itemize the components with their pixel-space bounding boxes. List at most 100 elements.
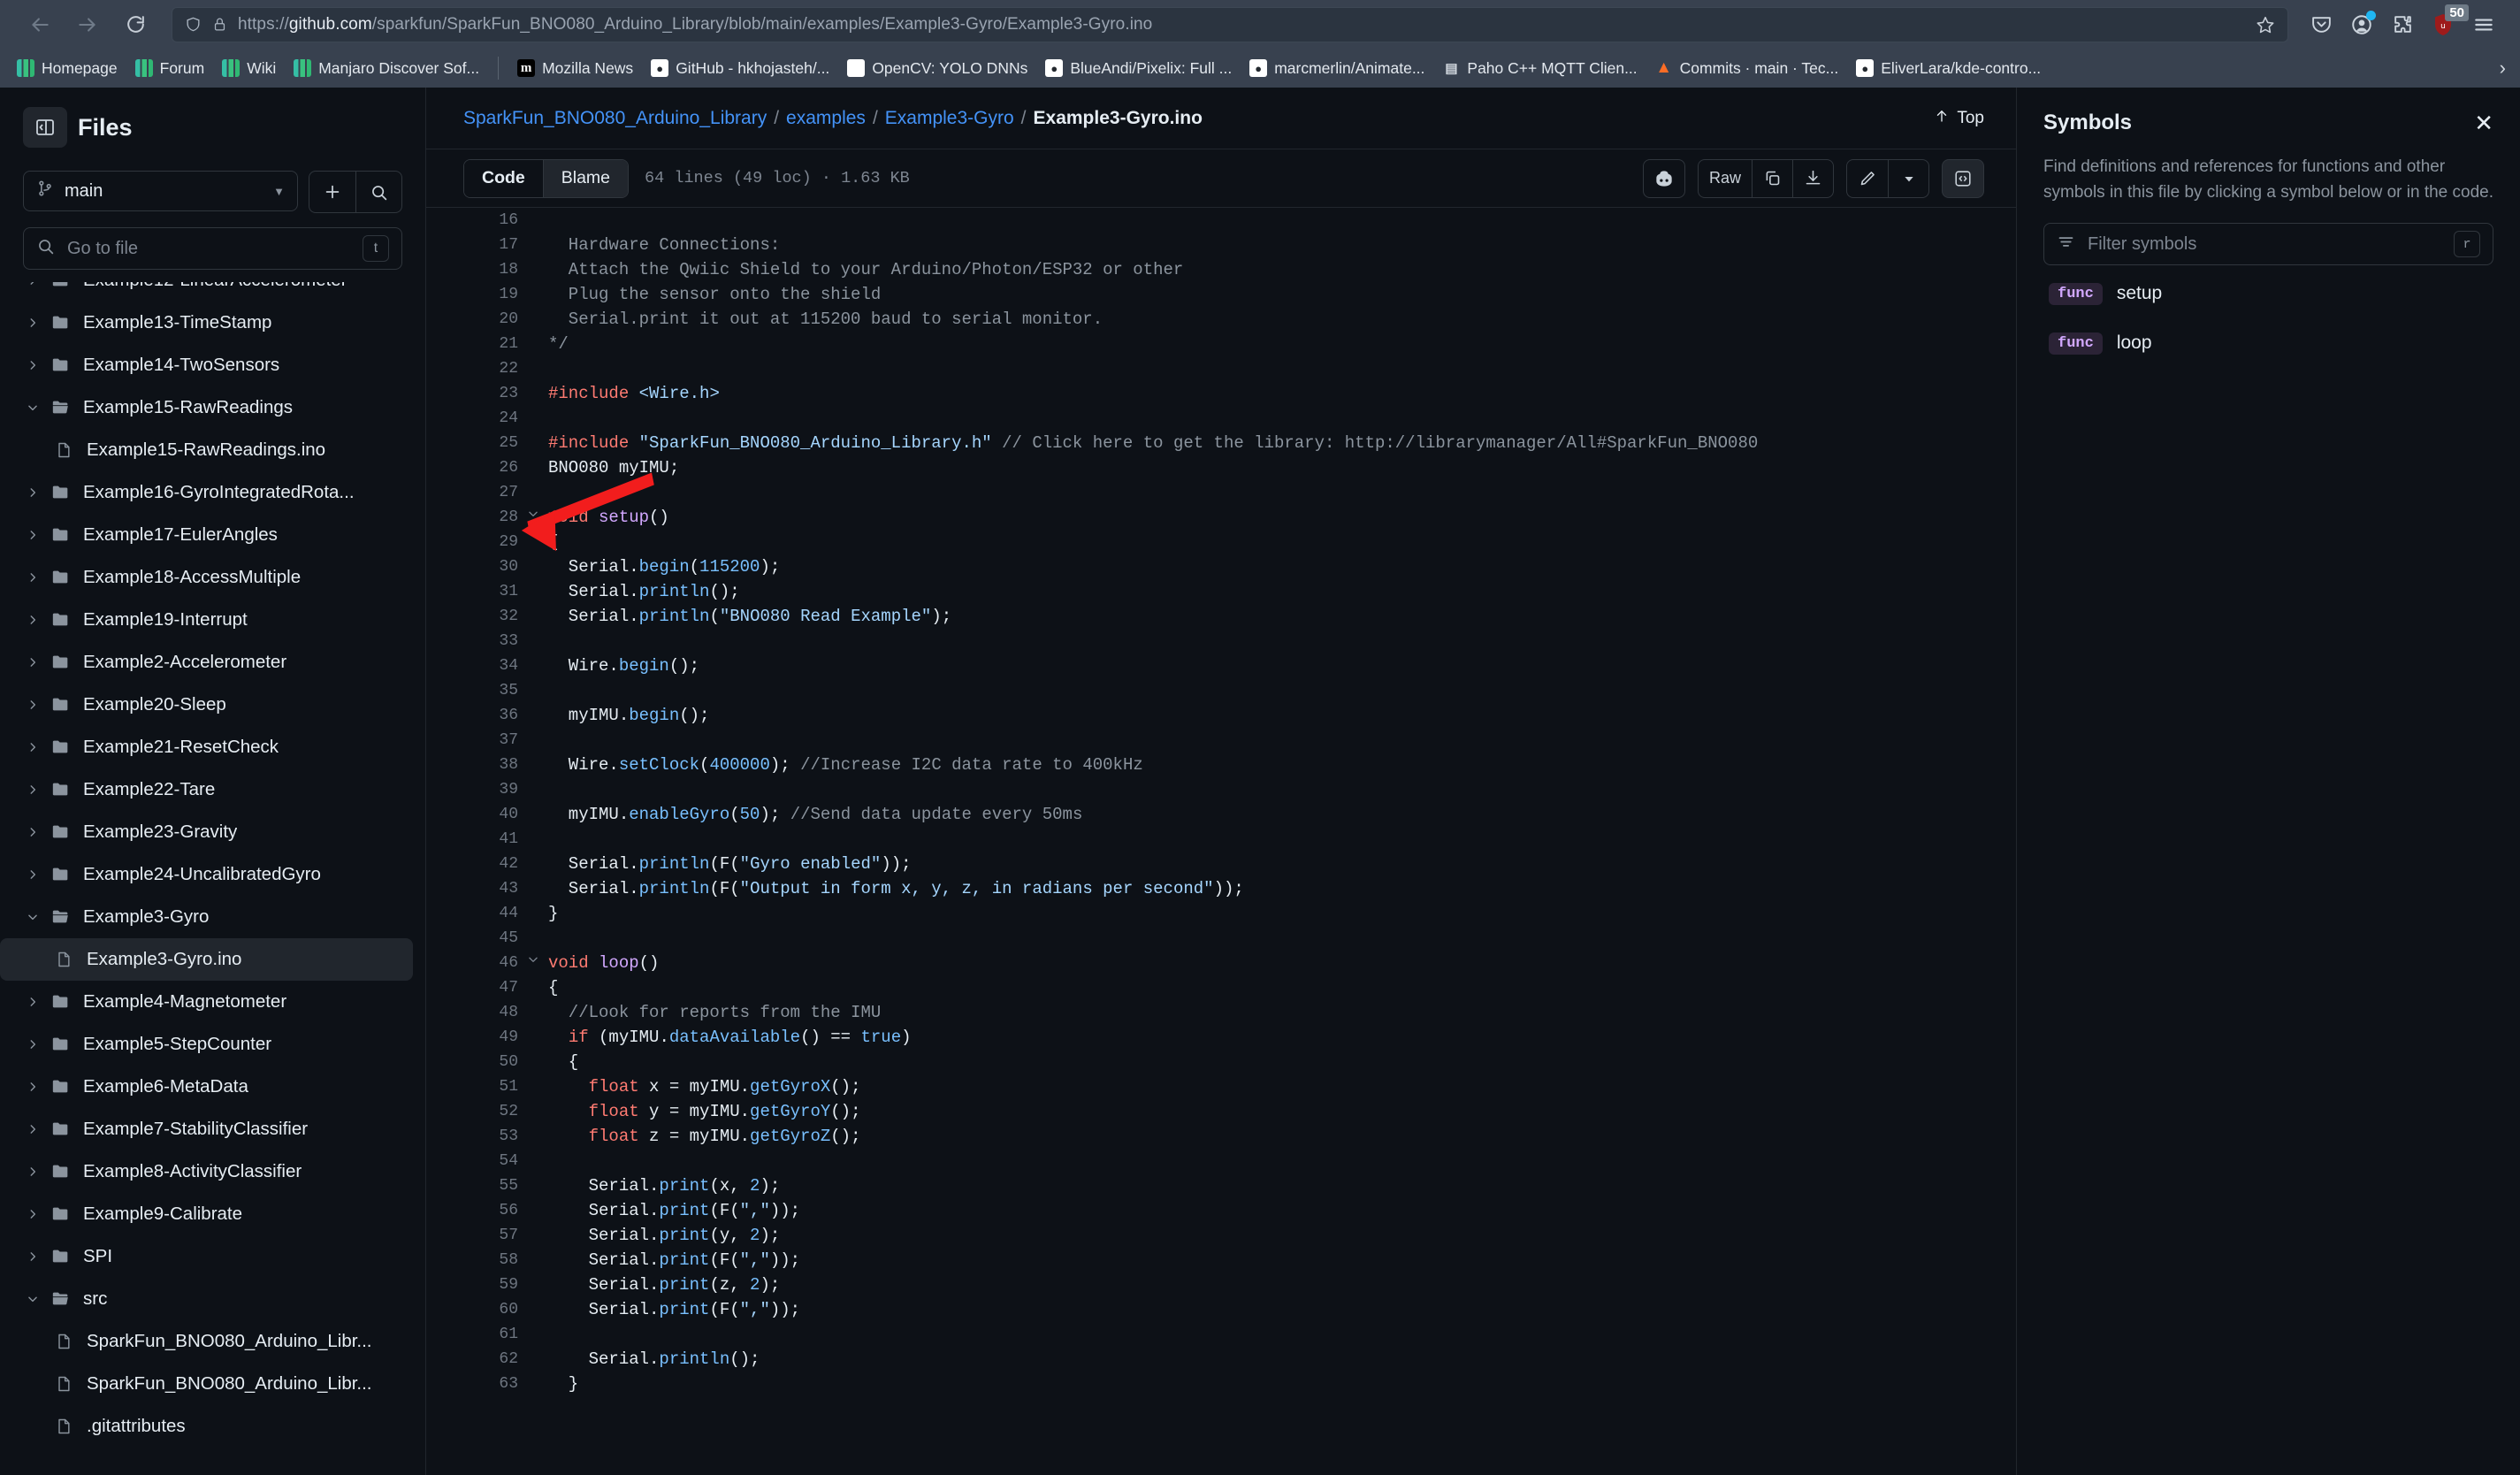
tree-folder[interactable]: Example2-Accelerometer	[0, 641, 413, 684]
line-number[interactable]: 29	[426, 530, 518, 554]
tree-folder[interactable]: Example12-LinearAccelerometer	[0, 282, 413, 302]
bookmark-item[interactable]: Homepage	[9, 55, 126, 82]
line-number[interactable]: 56	[426, 1198, 518, 1223]
chevron-right-icon[interactable]	[23, 1123, 42, 1135]
account-icon[interactable]	[2341, 6, 2382, 43]
sidebar-collapse-icon[interactable]	[23, 107, 67, 148]
tree-folder[interactable]: Example7-StabilityClassifier	[0, 1108, 413, 1150]
chevron-right-icon[interactable]	[23, 1250, 42, 1263]
line-number[interactable]: 16	[426, 208, 518, 233]
tree-folder[interactable]: Example16-GyroIntegratedRota...	[0, 471, 413, 514]
copilot-icon[interactable]	[1642, 158, 1685, 198]
line-number[interactable]: 17	[426, 233, 518, 257]
chevron-right-icon[interactable]	[23, 868, 42, 881]
line-number[interactable]: 24	[426, 406, 518, 431]
line-number[interactable]: 43	[426, 876, 518, 901]
pencil-icon[interactable]	[1847, 160, 1888, 197]
tree-folder[interactable]: Example5-StepCounter	[0, 1023, 413, 1066]
back-arrow-icon[interactable]	[16, 6, 64, 43]
line-number[interactable]: 28	[426, 505, 518, 530]
tree-folder[interactable]: Example15-RawReadings	[0, 386, 413, 429]
line-number[interactable]: 40	[426, 802, 518, 827]
line-number[interactable]: 22	[426, 356, 518, 381]
copy-icon[interactable]	[1752, 159, 1792, 197]
chevron-down-icon[interactable]	[23, 911, 42, 923]
bookmark-item[interactable]: ● GitHub - hkhojasteh/...	[643, 55, 837, 82]
line-number[interactable]: 21	[426, 332, 518, 356]
tree-file[interactable]: Example3-Gyro.ino	[0, 938, 413, 981]
go-to-file-search[interactable]: t	[23, 227, 402, 270]
bookmark-item[interactable]: ▲ Commits · main · Tec...	[1647, 55, 1847, 82]
chevron-right-icon[interactable]	[23, 656, 42, 669]
chevron-down-icon[interactable]	[23, 401, 42, 414]
code-fold-toggle[interactable]	[518, 505, 548, 530]
tree-folder[interactable]: Example4-Magnetometer	[0, 981, 413, 1023]
line-number[interactable]: 58	[426, 1248, 518, 1272]
chevron-right-icon[interactable]	[23, 571, 42, 584]
chevron-right-icon[interactable]	[23, 699, 42, 711]
line-number[interactable]: 41	[426, 827, 518, 852]
line-number[interactable]: 55	[426, 1173, 518, 1198]
file-tree-scroll[interactable]: Example12-LinearAccelerometer Example13-T…	[0, 282, 425, 1475]
extensions-puzzle-icon[interactable]	[2382, 6, 2423, 43]
line-number[interactable]: 20	[426, 307, 518, 332]
tree-folder[interactable]: Example20-Sleep	[0, 684, 413, 726]
breadcrumb-examples[interactable]: examples	[786, 108, 866, 129]
close-icon[interactable]: ✕	[2474, 111, 2493, 134]
line-number[interactable]: 39	[426, 777, 518, 802]
raw-button[interactable]: Raw	[1699, 160, 1752, 197]
top-link[interactable]: Top	[1934, 108, 1984, 129]
chevron-down-icon[interactable]	[23, 1293, 42, 1305]
chevron-right-icon[interactable]	[23, 1038, 42, 1051]
bookmark-item[interactable]: ● EliverLara/kde-contro...	[1848, 55, 2049, 82]
star-icon[interactable]	[2256, 15, 2275, 34]
download-icon[interactable]	[1792, 159, 1833, 197]
tree-folder[interactable]: Example13-TimeStamp	[0, 302, 413, 344]
bookmark-item[interactable]: Manjaro Discover Sof...	[286, 55, 487, 82]
tree-folder[interactable]: Example18-AccessMultiple	[0, 556, 413, 599]
chevron-right-icon[interactable]	[23, 529, 42, 541]
tree-folder[interactable]: Example9-Calibrate	[0, 1193, 413, 1235]
chevron-right-icon[interactable]	[23, 996, 42, 1008]
tree-folder[interactable]: Example3-Gyro	[0, 896, 413, 938]
line-number[interactable]: 26	[426, 455, 518, 480]
bookmark-item[interactable]: ● OpenCV: YOLO DNNs	[839, 55, 1035, 82]
line-number[interactable]: 63	[426, 1372, 518, 1396]
line-number[interactable]: 45	[426, 926, 518, 951]
tree-folder[interactable]: Example14-TwoSensors	[0, 344, 413, 386]
tree-folder[interactable]: Example24-UncalibratedGyro	[0, 853, 413, 896]
chevron-right-icon[interactable]	[23, 783, 42, 796]
symbol-item[interactable]: func loop	[2043, 322, 2493, 364]
chevron-right-icon[interactable]	[23, 1165, 42, 1178]
chevron-right-icon[interactable]	[23, 826, 42, 838]
chevron-right-icon[interactable]	[23, 741, 42, 753]
url-bar[interactable]: https://github.com/sparkfun/SparkFun_BNO…	[172, 6, 2288, 42]
tree-folder[interactable]: Example23-Gravity	[0, 811, 413, 853]
line-number[interactable]: 19	[426, 282, 518, 307]
line-number[interactable]: 57	[426, 1223, 518, 1248]
chevron-down-icon[interactable]	[1888, 159, 1928, 197]
line-number[interactable]: 60	[426, 1297, 518, 1322]
line-number[interactable]: 25	[426, 431, 518, 455]
chevron-right-icon[interactable]	[23, 317, 42, 329]
bookmark-item[interactable]: Forum	[127, 55, 213, 82]
line-number[interactable]: 33	[426, 629, 518, 653]
line-number[interactable]: 27	[426, 480, 518, 505]
breadcrumb-example3-gyro[interactable]: Example3-Gyro	[885, 108, 1014, 129]
filter-symbols-input[interactable]	[2088, 233, 2441, 255]
line-number[interactable]: 52	[426, 1099, 518, 1124]
tree-file[interactable]: SparkFun_BNO080_Arduino_Libr...	[0, 1320, 413, 1363]
line-number[interactable]: 36	[426, 703, 518, 728]
tree-folder[interactable]: Example8-ActivityClassifier	[0, 1150, 413, 1193]
tree-folder[interactable]: Example19-Interrupt	[0, 599, 413, 641]
pocket-icon[interactable]	[2301, 6, 2341, 43]
chevron-right-icon[interactable]: ›	[2500, 57, 2511, 80]
line-number[interactable]: 35	[426, 678, 518, 703]
tree-folder[interactable]: Example17-EulerAngles	[0, 514, 413, 556]
bookmark-item[interactable]: ● marcmerlin/Animate...	[1241, 55, 1432, 82]
search-input[interactable]	[67, 238, 350, 259]
line-number[interactable]: 31	[426, 579, 518, 604]
code-brackets-icon[interactable]	[1942, 158, 1984, 198]
chevron-right-icon[interactable]	[23, 282, 42, 287]
tree-folder[interactable]: Example21-ResetCheck	[0, 726, 413, 768]
